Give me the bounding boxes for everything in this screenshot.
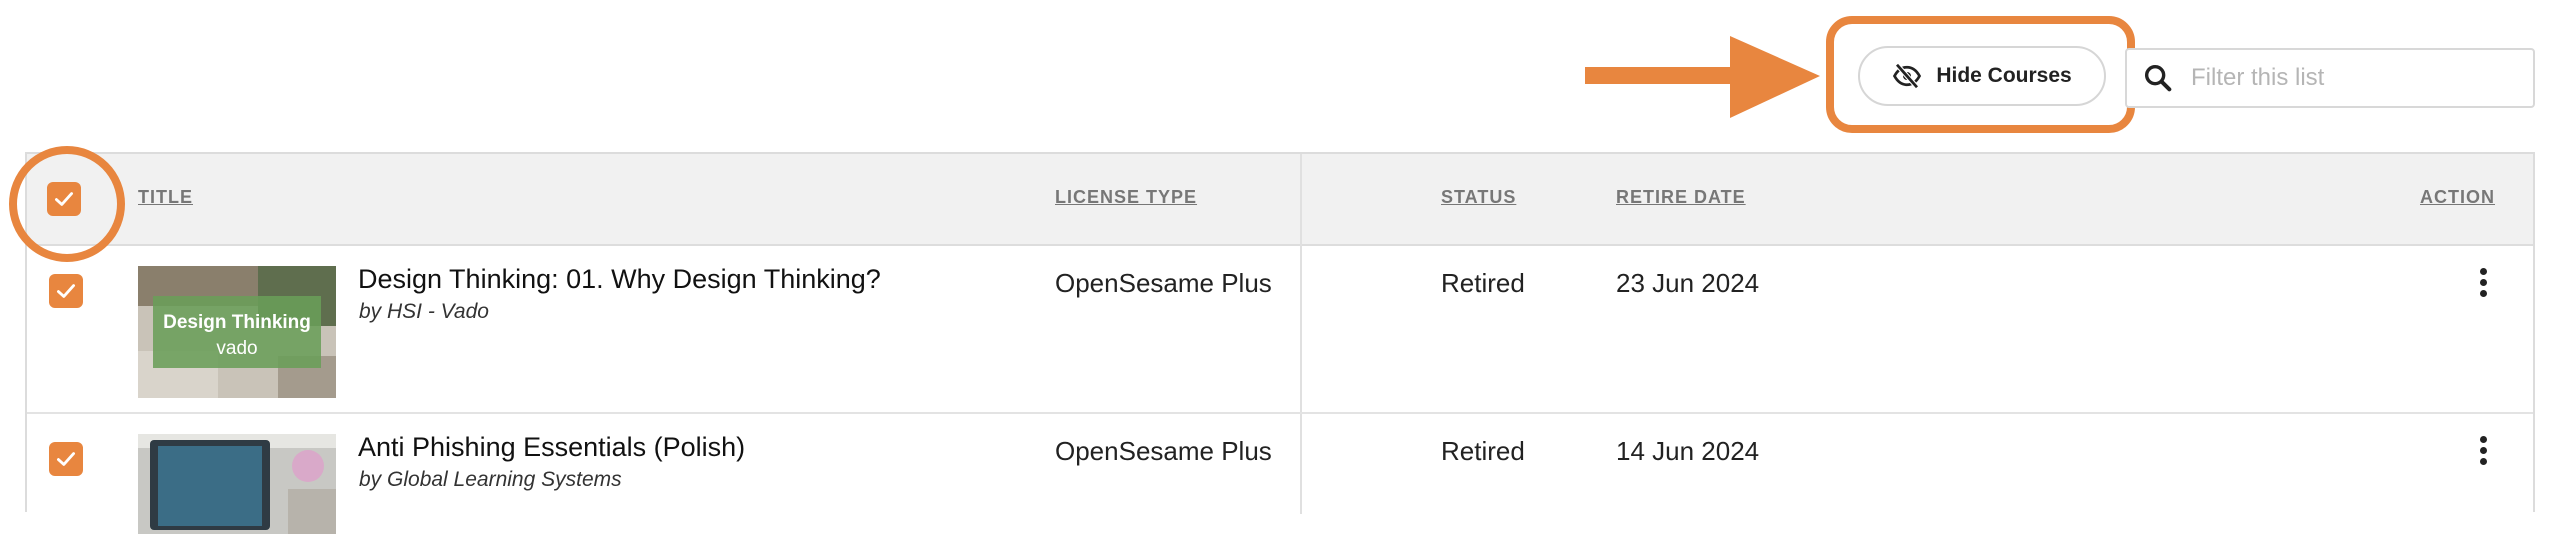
course-title[interactable]: Design Thinking: 01. Why Design Thinking… xyxy=(358,264,881,295)
hide-courses-button[interactable]: Hide Courses xyxy=(1858,46,2106,106)
course-thumbnail: Design Thinking vado xyxy=(138,266,336,398)
eye-slash-icon xyxy=(1893,63,1922,89)
column-header-action[interactable]: ACTION xyxy=(2420,187,2495,208)
status-cell: Retired xyxy=(1441,436,1525,466)
course-thumbnail xyxy=(138,434,336,534)
column-header-retire-date[interactable]: RETIRE DATE xyxy=(1616,187,1746,208)
row-actions-menu-icon[interactable] xyxy=(2477,268,2489,302)
thumbnail-subtitle: vado xyxy=(216,338,258,359)
table-header: TITLE LICENSE TYPE STATUS RETIRE DATE AC… xyxy=(9,146,2533,262)
hide-courses-label: Hide Courses xyxy=(1936,64,2072,87)
column-header-license-type[interactable]: LICENSE TYPE xyxy=(1055,187,1197,208)
status-cell: Retired xyxy=(1441,268,1525,298)
course-author: by HSI - Vado xyxy=(359,300,489,323)
filter-input[interactable] xyxy=(2189,63,2523,93)
license-type-cell: OpenSesame Plus xyxy=(1055,436,1272,466)
course-title[interactable]: Anti Phishing Essentials (Polish) xyxy=(358,432,745,463)
course-author: by Global Learning Systems xyxy=(359,468,622,491)
retire-date-cell: 14 Jun 2024 xyxy=(1616,436,1760,466)
search-icon xyxy=(2144,64,2172,92)
thumbnail-title: Design Thinking xyxy=(163,312,311,333)
row-checkbox[interactable] xyxy=(49,442,83,476)
courses-table: TITLE LICENSE TYPE STATUS RETIRE DATE AC… xyxy=(9,146,2535,534)
license-type-cell: OpenSesame Plus xyxy=(1055,268,1272,298)
retire-date-cell: 23 Jun 2024 xyxy=(1616,268,1760,298)
filter-field[interactable] xyxy=(2125,48,2535,108)
annotation-arrow xyxy=(1585,36,1820,118)
row-actions-menu-icon[interactable] xyxy=(2477,436,2489,470)
column-header-title[interactable]: TITLE xyxy=(138,187,193,208)
column-header-status[interactable]: STATUS xyxy=(1441,187,1516,208)
row-checkbox[interactable] xyxy=(49,274,83,308)
select-all-highlight xyxy=(9,146,125,262)
checkmark-icon xyxy=(57,284,75,298)
table-row: Anti Phishing Essentials (Polish) by Glo… xyxy=(27,414,2533,534)
anti-phishing-image xyxy=(138,434,336,534)
checkmark-icon xyxy=(57,452,75,466)
table-row: Design Thinking vado Design Thinking: 01… xyxy=(27,246,2533,414)
